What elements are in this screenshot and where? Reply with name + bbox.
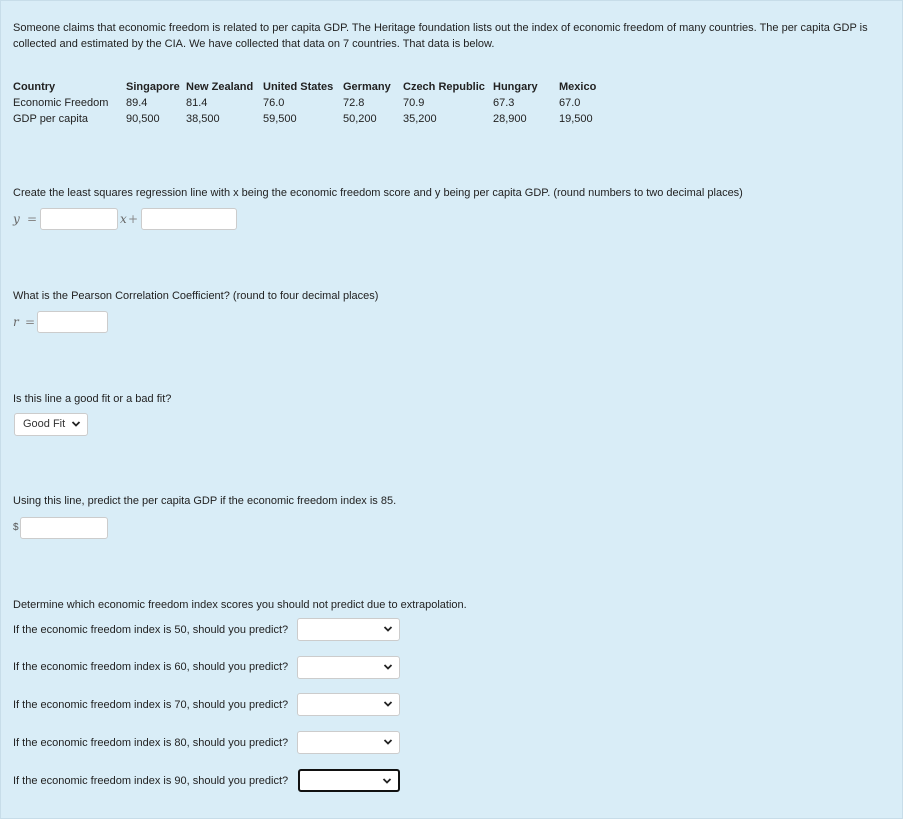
- table-cell: 81.4: [186, 97, 208, 109]
- table-header-cell: United States: [263, 81, 334, 93]
- chevron-down-icon: [383, 626, 393, 632]
- extrapolation-question-90: If the economic freedom index is 90, sho…: [13, 775, 289, 787]
- extrapolation-question-80: If the economic freedom index is 80, sho…: [13, 737, 289, 749]
- table-cell: 19,500: [559, 113, 593, 125]
- chevron-down-icon: [383, 739, 393, 745]
- equals-sign: =: [27, 212, 38, 226]
- table-cell: 90,500: [126, 113, 160, 125]
- table-cell: 76.0: [263, 97, 285, 109]
- intercept-input[interactable]: [141, 208, 237, 230]
- table-cell: 67.0: [559, 97, 581, 109]
- r-symbol: r: [13, 315, 19, 329]
- table-header-row: Country Singapore New Zealand United Sta…: [13, 79, 613, 95]
- table-cell: 50,200: [343, 113, 377, 125]
- table-header-cell: Hungary: [493, 81, 538, 93]
- fit-select[interactable]: Good Fit: [14, 413, 88, 436]
- table-header-cell: Mexico: [559, 81, 597, 93]
- extrapolation-select-50[interactable]: [297, 618, 400, 641]
- table-cell: Economic Freedom: [13, 97, 109, 109]
- table-cell: 67.3: [493, 97, 515, 109]
- q3-prompt: Is this line a good fit or a bad fit?: [13, 393, 172, 405]
- extrapolation-select-70[interactable]: [297, 693, 400, 716]
- table-cell: 59,500: [263, 113, 297, 125]
- fit-select-value: Good Fit: [23, 418, 66, 430]
- extrapolation-question-70: If the economic freedom index is 70, sho…: [13, 699, 289, 711]
- table-cell: 89.4: [126, 97, 148, 109]
- extrapolation-question-50: If the economic freedom index is 50, sho…: [13, 624, 289, 636]
- table-header-cell: Country: [13, 81, 56, 93]
- table-cell: 72.8: [343, 97, 365, 109]
- chevron-down-icon: [382, 778, 392, 784]
- data-table: Country Singapore New Zealand United Sta…: [13, 79, 613, 127]
- table-cell: 70.9: [403, 97, 425, 109]
- table-header-cell: New Zealand: [186, 81, 254, 93]
- extrapolation-select-90[interactable]: [298, 769, 400, 792]
- currency-symbol: $: [13, 522, 19, 533]
- table-row: GDP per capita 90,500 38,500 59,500 50,2…: [13, 111, 613, 127]
- q1-prompt: Create the least squares regression line…: [13, 187, 743, 199]
- q4-prompt: Using this line, predict the per capita …: [13, 495, 397, 507]
- correlation-input[interactable]: [37, 311, 108, 333]
- question-panel: Someone claims that economic freedom is …: [0, 0, 903, 819]
- chevron-down-icon: [383, 664, 393, 670]
- intro-text: Someone claims that economic freedom is …: [13, 22, 868, 50]
- prediction-input[interactable]: [20, 517, 108, 539]
- table-cell: 28,900: [493, 113, 527, 125]
- table-cell: 35,200: [403, 113, 437, 125]
- slope-input[interactable]: [40, 208, 118, 230]
- equals-sign: =: [25, 315, 36, 329]
- table-header-cell: Germany: [343, 81, 391, 93]
- table-cell: GDP per capita: [13, 113, 89, 125]
- q2-prompt: What is the Pearson Correlation Coeffici…: [13, 290, 379, 302]
- q5-prompt: Determine which economic freedom index s…: [13, 599, 467, 611]
- table-header-cell: Czech Republic: [403, 81, 485, 93]
- chevron-down-icon: [71, 421, 81, 427]
- plus-sign: +: [128, 212, 139, 226]
- table-row: Economic Freedom 89.4 81.4 76.0 72.8 70.…: [13, 95, 613, 111]
- extrapolation-question-60: If the economic freedom index is 60, sho…: [13, 661, 289, 673]
- table-cell: 38,500: [186, 113, 220, 125]
- y-symbol: y: [13, 212, 20, 226]
- x-symbol: x: [120, 212, 127, 226]
- table-header-cell: Singapore: [126, 81, 180, 93]
- extrapolation-select-60[interactable]: [297, 656, 400, 679]
- extrapolation-select-80[interactable]: [297, 731, 400, 754]
- chevron-down-icon: [383, 701, 393, 707]
